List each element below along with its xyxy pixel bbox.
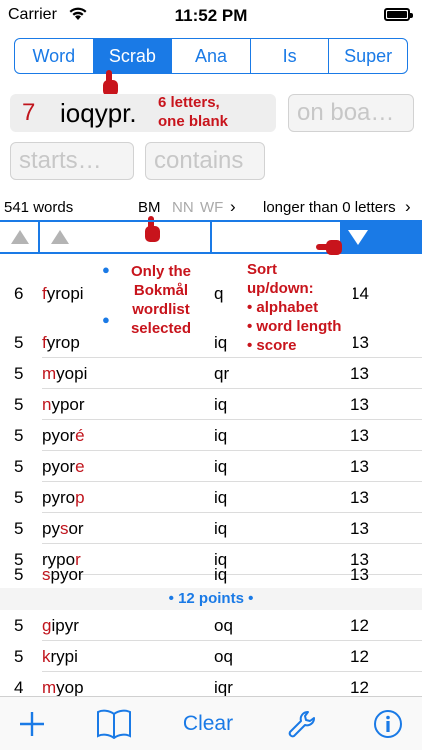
sort-alpha-button[interactable] bbox=[40, 222, 212, 252]
list-item[interactable]: 5 pyrop iq 13 bbox=[0, 482, 422, 513]
chevron-right-icon[interactable]: › bbox=[230, 197, 236, 217]
sort-score-button[interactable] bbox=[340, 222, 422, 252]
letters-annotation: 6 letters, one blank bbox=[158, 94, 229, 130]
rack-input[interactable]: 7 ioqypr. bbox=[10, 94, 276, 132]
sort-annotation: Sort up/down: • alphabet • word length •… bbox=[244, 258, 353, 357]
rack-letter-count: 7 bbox=[22, 99, 36, 126]
list-item[interactable]: 5 krypi oq 12 bbox=[0, 641, 422, 672]
chevron-right-icon[interactable]: › bbox=[405, 197, 411, 217]
plus-icon bbox=[20, 712, 44, 736]
wordlist-nn[interactable]: NN bbox=[172, 199, 194, 216]
mode-ana[interactable]: Ana bbox=[172, 39, 251, 73]
list-item[interactable]: 5 gipyr oq 12 bbox=[0, 610, 422, 641]
list-item[interactable]: 5 pyoré iq 13 bbox=[0, 420, 422, 451]
battery-icon bbox=[384, 8, 413, 21]
section-header-12-points: • 12 points • bbox=[0, 588, 422, 610]
wrench-icon bbox=[288, 711, 315, 738]
wordlist-annotation: Only the Bokmål wordlist selected bbox=[112, 260, 210, 346]
clear-button[interactable]: Clear bbox=[172, 697, 244, 751]
bottom-toolbar: Clear bbox=[0, 696, 422, 750]
contains-field[interactable]: contains bbox=[145, 142, 265, 180]
list-item[interactable]: 6 fyropi q 14 bbox=[0, 278, 422, 309]
sort-up-icon bbox=[11, 230, 29, 244]
info-icon bbox=[374, 710, 402, 738]
list-item[interactable]: 5 pysor iq 13 bbox=[0, 513, 422, 544]
list-item[interactable]: 5 myopi qr 13 bbox=[0, 358, 422, 389]
section-dot: ● bbox=[102, 312, 110, 327]
starts-field[interactable]: starts… bbox=[10, 142, 134, 180]
list-item[interactable]: 5 spyor iq 13 bbox=[0, 559, 422, 590]
mode-selector: Word Scrab Ana Is Super bbox=[14, 38, 408, 74]
book-icon bbox=[97, 709, 131, 739]
section-dot: ● bbox=[102, 262, 110, 277]
list-item[interactable]: 5 nypor iq 13 bbox=[0, 389, 422, 420]
sort-up-icon bbox=[51, 230, 69, 244]
wordlist-wf[interactable]: WF bbox=[200, 199, 223, 216]
mode-scrab[interactable]: Scrab bbox=[93, 39, 173, 73]
sort-bar bbox=[0, 220, 422, 254]
sort-down-icon bbox=[348, 230, 368, 245]
info-bar: 541 words BM NN WF › longer than 0 lette… bbox=[0, 194, 422, 220]
wordlist-button[interactable] bbox=[92, 697, 136, 751]
status-bar: Carrier 11:52 PM bbox=[0, 0, 422, 30]
wordlist-bm[interactable]: BM bbox=[138, 199, 161, 216]
rack-letters: ioqypr. bbox=[60, 98, 137, 128]
mode-word[interactable]: Word bbox=[15, 39, 94, 73]
settings-button[interactable] bbox=[282, 697, 322, 751]
sort-length-button[interactable] bbox=[0, 222, 40, 252]
length-filter[interactable]: longer than 0 letters bbox=[263, 199, 396, 216]
word-count: 541 words bbox=[4, 199, 74, 216]
list-item[interactable]: 5 fyrop iq 13 bbox=[0, 327, 422, 358]
mode-is[interactable]: Is bbox=[251, 39, 330, 73]
clock: 11:52 PM bbox=[174, 6, 248, 25]
list-item[interactable]: 5 pyore iq 13 bbox=[0, 451, 422, 482]
add-button[interactable] bbox=[14, 697, 50, 751]
info-button[interactable] bbox=[368, 697, 408, 751]
mode-super[interactable]: Super bbox=[329, 39, 407, 73]
on-board-field[interactable]: on boa… bbox=[288, 94, 414, 132]
word-list: ● 6 fyropi q 14 ● 5 fyrop iq 13 5 myopi … bbox=[0, 254, 422, 696]
list-item[interactable]: 4 myop iqr 12 bbox=[0, 672, 422, 696]
